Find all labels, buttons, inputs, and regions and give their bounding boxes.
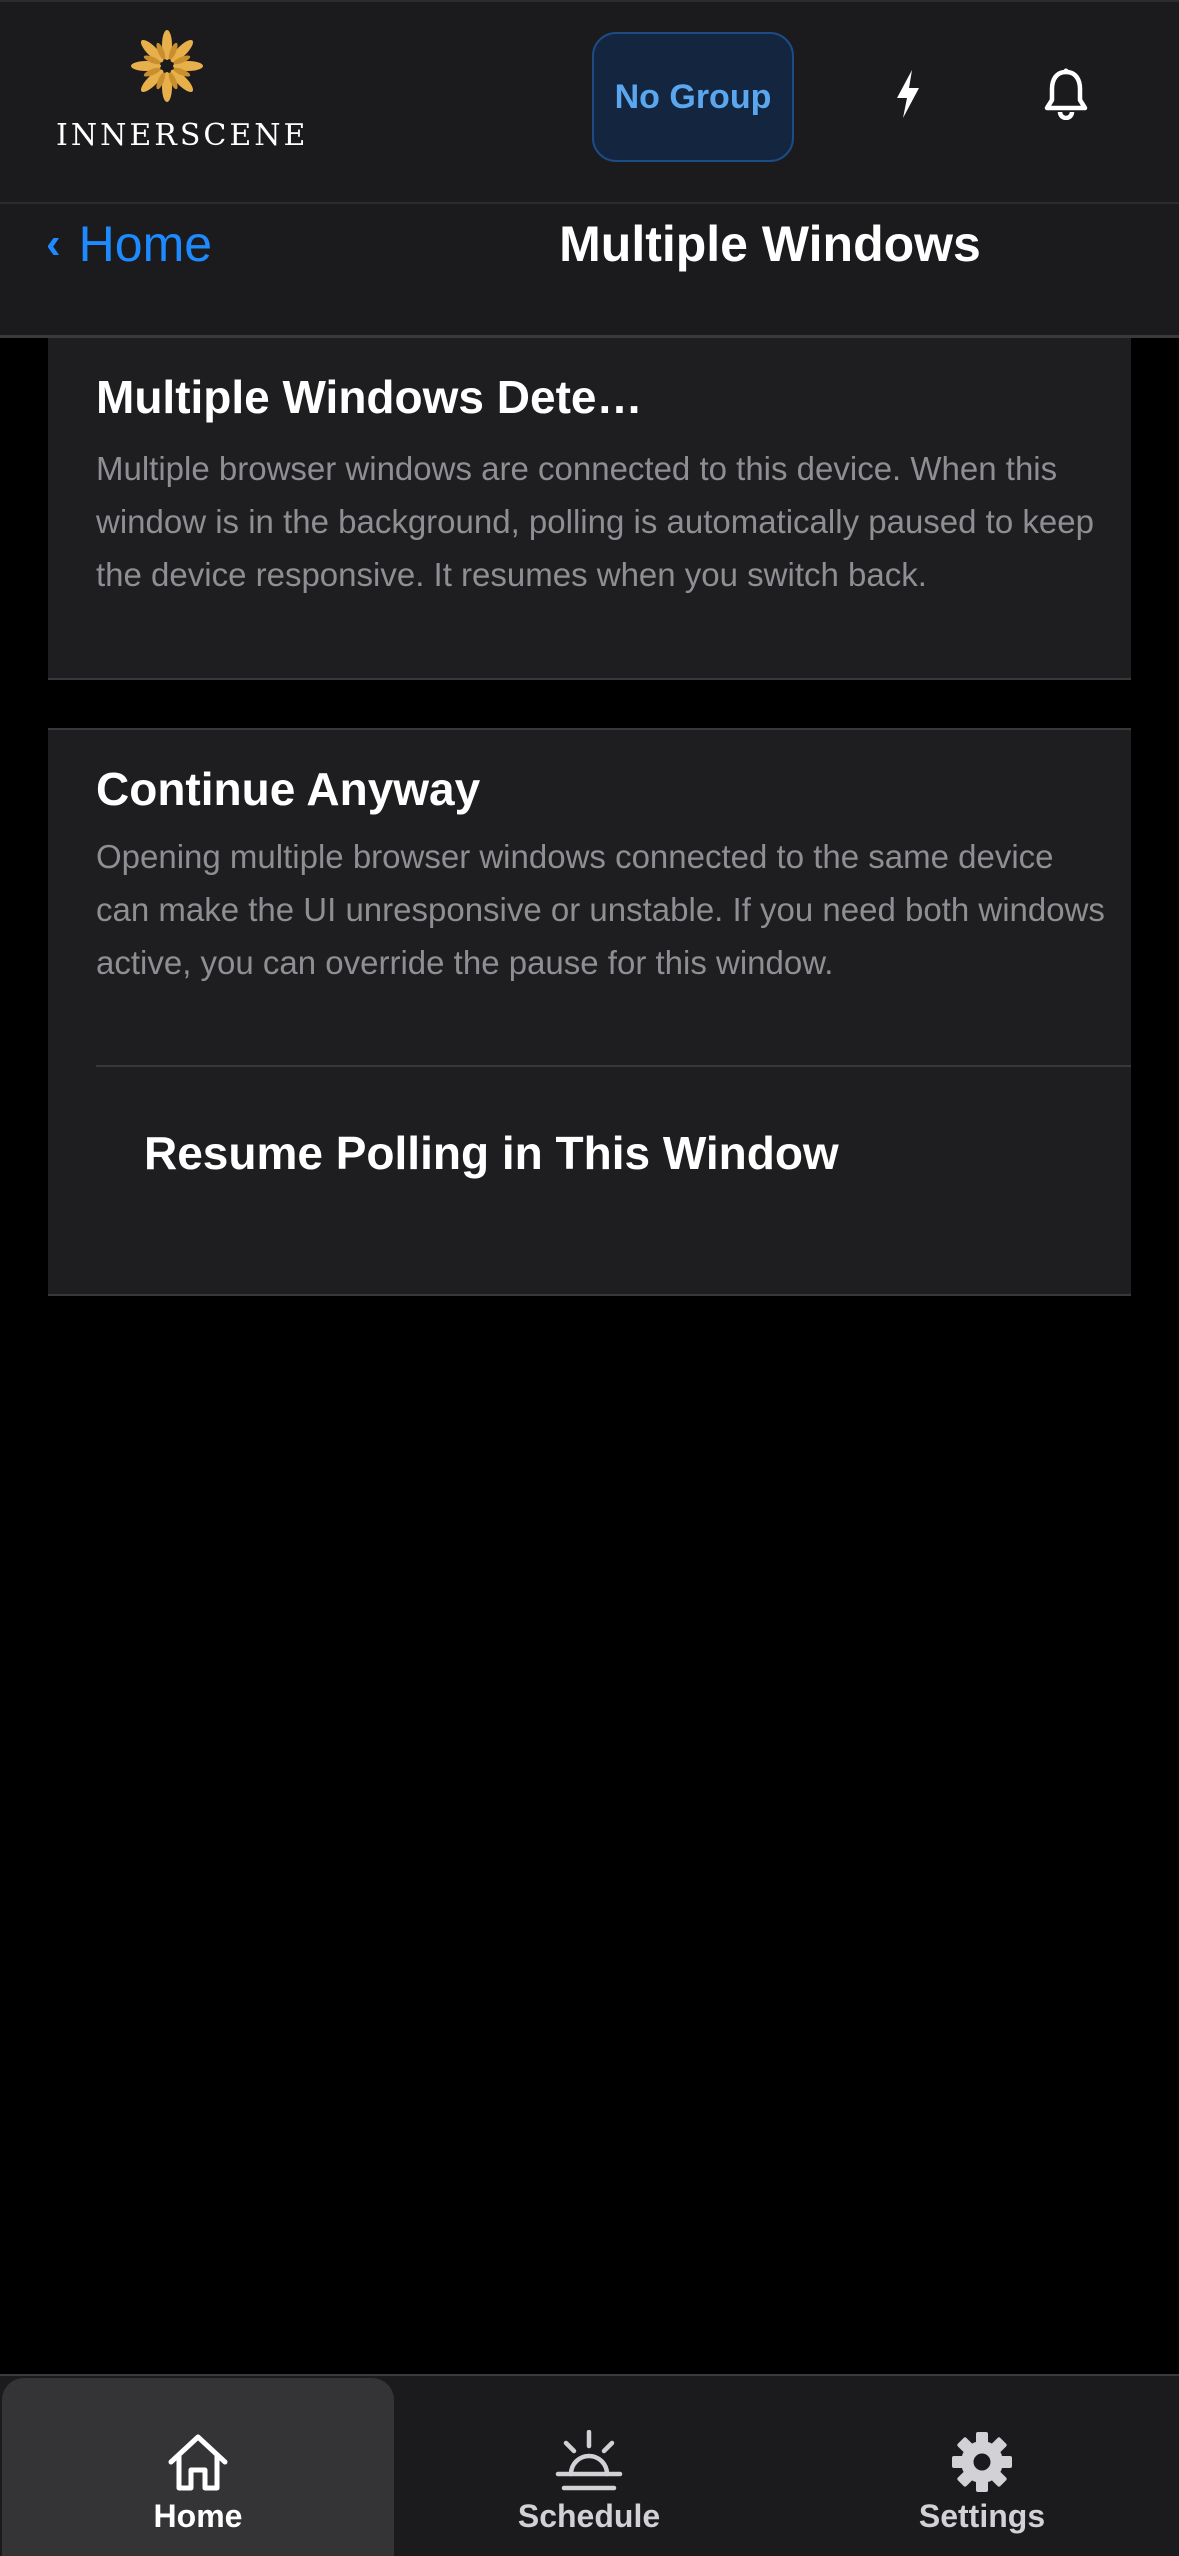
logo-text: INNERSCENE <box>56 118 309 153</box>
divider <box>96 1065 1131 1067</box>
chevron-left-icon: ‹ <box>46 219 61 268</box>
home-icon <box>168 2434 228 2491</box>
page-title: Multiple Windows <box>559 216 981 272</box>
resume-polling-button[interactable]: Resume Polling in This Window <box>144 1126 839 1180</box>
bell-icon <box>1044 68 1088 120</box>
gear-icon <box>952 2432 1012 2492</box>
card-description: Multiple browser windows are connected t… <box>96 450 1094 593</box>
logo-flower-icon <box>131 30 203 102</box>
card-title: Multiple Windows Dete… <box>96 371 643 423</box>
top-header: INNERSCENE No Group <box>0 0 1179 204</box>
group-selector-button[interactable]: No Group <box>592 32 794 162</box>
tab-home[interactable]: Home <box>2 2378 394 2556</box>
tab-label: Schedule <box>517 2498 661 2534</box>
back-home-link[interactable]: ‹ Home <box>46 212 212 276</box>
power-button[interactable] <box>868 54 948 134</box>
card-title: Continue Anyway <box>96 763 481 815</box>
continue-anyway-card: Continue Anyway Opening multiple browser… <box>48 728 1131 1296</box>
innerscene-logo[interactable]: INNERSCENE <box>56 26 309 156</box>
multiple-windows-detected-card: Multiple Windows Dete… Multiple browser … <box>48 338 1131 680</box>
sunrise-icon <box>555 2430 623 2491</box>
navigation-bar: ‹ Home Multiple Windows <box>0 204 1179 338</box>
tab-schedule[interactable]: Schedule <box>393 2378 785 2556</box>
tab-label: Settings <box>918 2498 1046 2534</box>
bolt-icon <box>897 70 919 118</box>
notifications-button[interactable] <box>1026 54 1106 134</box>
tab-label: Home <box>153 2498 243 2534</box>
back-label: Home <box>78 216 213 272</box>
card-description: Opening multiple browser windows connect… <box>96 838 1105 981</box>
tab-settings[interactable]: Settings <box>786 2378 1178 2556</box>
bottom-tab-bar: Home Schedule Settings <box>0 2374 1179 2556</box>
